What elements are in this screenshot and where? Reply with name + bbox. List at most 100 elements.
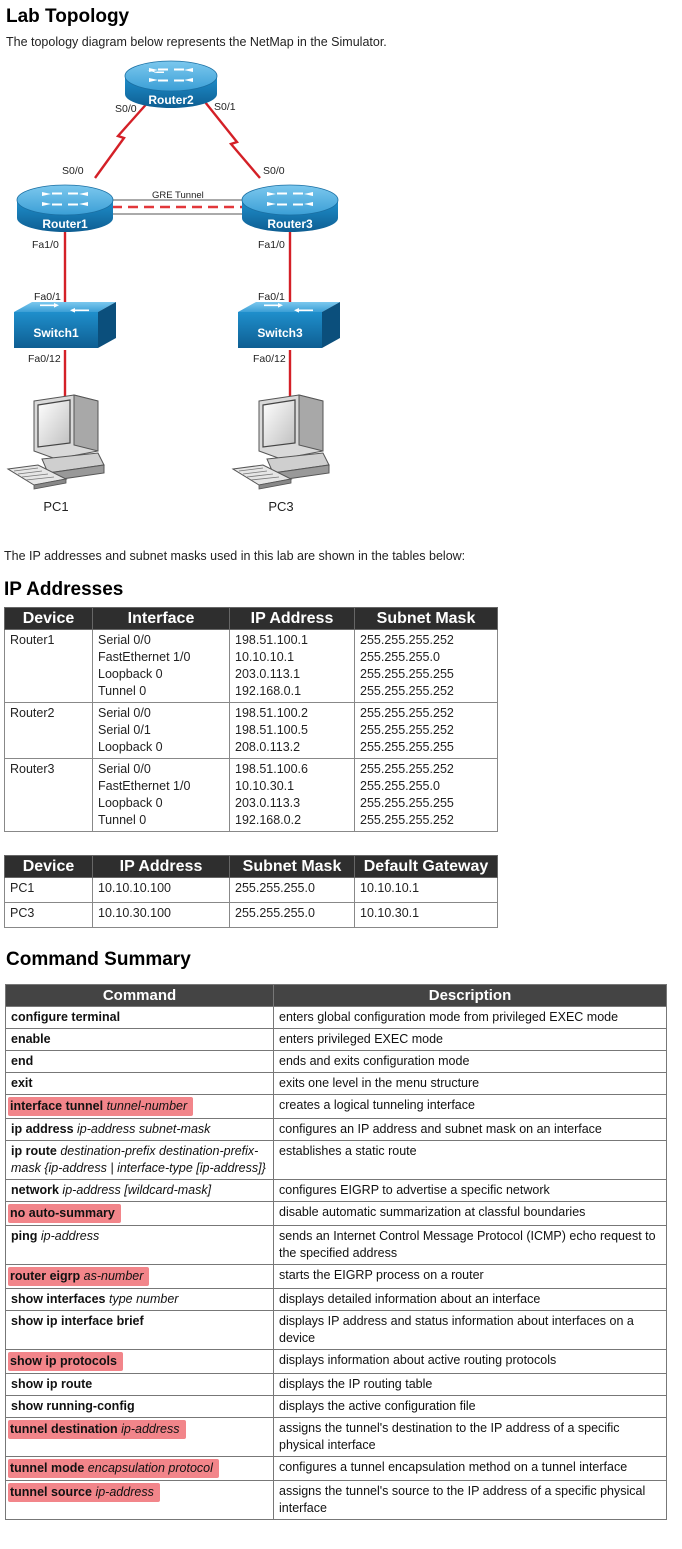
device-cell: PC3	[4, 902, 93, 928]
command-cell: network ip-address [wildcard-mask]	[5, 1179, 274, 1202]
command-keyword: network	[11, 1183, 59, 1197]
command-argument: as-number	[83, 1269, 144, 1283]
pcs-ip-table: Device IP Address Subnet Mask Default Ga…	[4, 855, 498, 928]
description-cell: disable automatic summarization at class…	[273, 1201, 667, 1226]
command-summary-table: Command Description configure terminal en…	[5, 984, 667, 1520]
command-keyword: router eigrp	[10, 1269, 81, 1283]
description-cell: assigns the tunnel's source to the IP ad…	[273, 1480, 667, 1520]
command-keyword: tunnel destination	[10, 1422, 118, 1436]
command-keyword: ip route	[11, 1144, 57, 1158]
switch1-label: Switch1	[33, 326, 79, 340]
mask-cell: 255.255.255.252 255.255.255.252 255.255.25…	[354, 702, 498, 759]
router2-icon: Router2	[124, 60, 218, 108]
col-subnet-mask: Subnet Mask	[229, 855, 355, 878]
table-row: ping ip-address sends an Internet Control…	[5, 1225, 667, 1265]
routers-table-header: Device Interface IP Address Subnet Mask	[4, 607, 498, 630]
command-cell: show ip route	[5, 1373, 274, 1396]
sw1-fa012-label: Fa0/12	[28, 353, 61, 365]
description-cell: establishes a static route	[273, 1140, 667, 1180]
command-cell: show ip protocols	[5, 1349, 274, 1374]
command-cell: no auto-summary	[5, 1201, 274, 1226]
pc3-icon	[231, 394, 330, 490]
command-keyword: show ip interface brief	[11, 1314, 144, 1328]
command-keyword: configure terminal	[11, 1010, 121, 1024]
r2-s01-label: S0/1	[214, 101, 236, 113]
command-cell: ip address ip-address subnet-mask	[5, 1118, 274, 1141]
table-row: show running-config displays the active c…	[5, 1395, 667, 1418]
description-cell: creates a logical tunneling interface	[273, 1094, 667, 1119]
ip-cell: 198.51.100.2 198.51.100.5 208.0.113.2	[229, 702, 355, 759]
pc1-icon	[6, 394, 105, 490]
col-command: Command	[5, 984, 274, 1007]
interface-cell: Serial 0/0 FastEthernet 1/0 Loopback 0 Tunn…	[92, 758, 230, 832]
description-cell: configures a tunnel encapsulation method…	[273, 1456, 667, 1481]
router3-icon: Router3	[241, 184, 339, 232]
command-cell: show running-config	[5, 1395, 274, 1418]
device-cell: Router1	[4, 629, 93, 703]
interface-cell: Serial 0/0 FastEthernet 1/0 Loopback 0 Tunn…	[92, 629, 230, 703]
table-row: show ip protocols displays information ab…	[5, 1349, 667, 1374]
command-cell: end	[5, 1050, 274, 1073]
tables-intro: The IP addresses and subnet masks used i…	[4, 549, 466, 563]
router1-icon: Router1	[16, 184, 114, 232]
command-keyword: enable	[11, 1032, 51, 1046]
switch1-icon: Switch1	[14, 302, 116, 348]
sw1-fa01-label: Fa0/1	[34, 291, 61, 303]
ip-cell: 198.51.100.6 10.10.30.1 203.0.113.3 192.168…	[229, 758, 355, 832]
command-cell: router eigrp as-number	[5, 1264, 274, 1289]
table-row: interface tunnel tunnel-number creates a …	[5, 1094, 667, 1119]
r3-s00-label: S0/0	[263, 165, 285, 177]
table-row: router eigrp as-number starts the EIGRP p…	[5, 1264, 667, 1289]
pc3-label: PC3	[268, 499, 293, 514]
command-keyword: show interfaces	[11, 1292, 106, 1306]
description-cell: displays the IP routing table	[273, 1373, 667, 1396]
mask-cell: 255.255.255.0	[229, 902, 355, 928]
command-table-header: Command Description	[5, 984, 667, 1007]
description-cell: sends an Internet Control Message Protoc…	[273, 1225, 667, 1265]
ip-cell: 10.10.10.100	[92, 877, 230, 903]
command-cell: configure terminal	[5, 1006, 274, 1029]
description-cell: displays IP address and status informati…	[273, 1310, 667, 1350]
table-row: Router1 Serial 0/0 FastEthernet 1/0 Loopba…	[4, 629, 498, 703]
command-keyword: ip address	[11, 1122, 74, 1136]
description-cell: displays detailed information about an i…	[273, 1288, 667, 1311]
table-row: ip route destination-prefix destination-…	[5, 1140, 667, 1180]
r1-s00-label: S0/0	[62, 165, 84, 177]
command-cell: ip route destination-prefix destination-…	[5, 1140, 274, 1180]
table-row: show interfaces type number displays deta…	[5, 1288, 667, 1311]
routers-ip-table: Device Interface IP Address Subnet Mask …	[4, 607, 498, 832]
command-cell: exit	[5, 1072, 274, 1095]
description-cell: enters privileged EXEC mode	[273, 1028, 667, 1051]
command-summary-heading: Command Summary	[6, 949, 191, 970]
description-cell: displays the active configuration file	[273, 1395, 667, 1418]
table-row: enable enters privileged EXEC mode	[5, 1028, 667, 1051]
lab-topology-heading: Lab Topology	[6, 6, 130, 27]
description-cell: enters global configuration mode from pr…	[273, 1006, 667, 1029]
command-cell: tunnel source ip-address	[5, 1480, 274, 1520]
network-topology-diagram: Router2 Router1 Router3 Switch1 Switch3 …	[6, 60, 340, 514]
description-cell: displays information about active routin…	[273, 1349, 667, 1374]
col-default-gateway: Default Gateway	[354, 855, 498, 878]
topology-intro: The topology diagram below represents th…	[6, 35, 387, 49]
device-cell: Router2	[4, 702, 93, 759]
table-row: tunnel destination ip-address assigns the…	[5, 1417, 667, 1457]
command-cell: show interfaces type number	[5, 1288, 274, 1311]
sw3-fa012-label: Fa0/12	[253, 353, 286, 365]
router1-label: Router1	[42, 217, 88, 231]
command-argument: ip-address	[40, 1229, 100, 1243]
ip-cell: 10.10.30.100	[92, 902, 230, 928]
command-keyword: ping	[11, 1229, 38, 1243]
command-keyword: show running-config	[11, 1399, 135, 1413]
description-cell: configures EIGRP to advertise a specific…	[273, 1179, 667, 1202]
command-keyword: tunnel source	[10, 1485, 92, 1499]
table-row: no auto-summary disable automatic summari…	[5, 1201, 667, 1226]
router3-label: Router3	[267, 217, 313, 231]
description-cell: exits one level in the menu structure	[273, 1072, 667, 1095]
pcs-table-header: Device IP Address Subnet Mask Default Ga…	[4, 855, 498, 878]
table-row: tunnel source ip-address assigns the tunn…	[5, 1480, 667, 1520]
col-device: Device	[4, 607, 93, 630]
table-row: PC3 10.10.30.100 255.255.255.0 10.10.30.…	[4, 902, 498, 928]
col-ip-address: IP Address	[229, 607, 355, 630]
table-row: tunnel mode encapsulation protocol config…	[5, 1456, 667, 1481]
r1-fa10-label: Fa1/0	[32, 239, 59, 251]
